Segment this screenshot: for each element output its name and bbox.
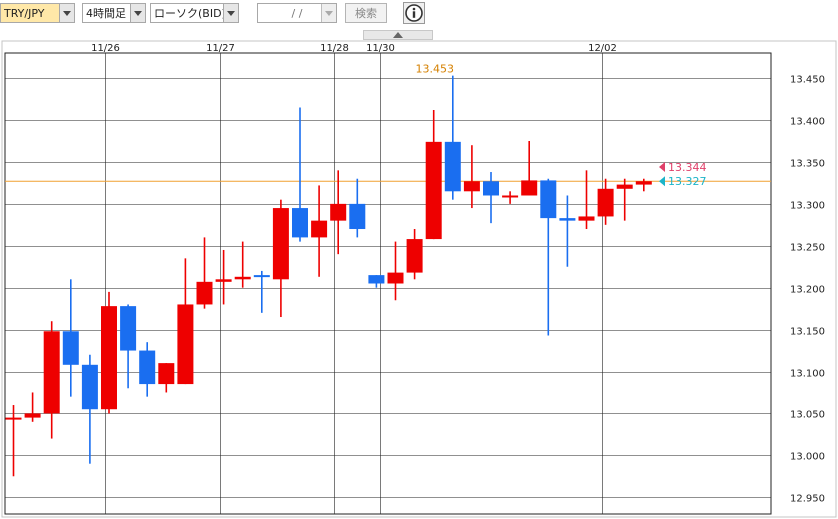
y-tick-label: 13.300 — [790, 201, 825, 212]
candle-body — [24, 413, 41, 418]
candle-body — [43, 331, 60, 414]
currency-pair-select[interactable]: TRY/JPY — [0, 3, 75, 23]
y-tick-label: 13.150 — [790, 327, 825, 338]
candle-body — [444, 141, 461, 192]
chevron-down-icon[interactable] — [223, 4, 238, 22]
candle-body — [81, 364, 98, 410]
candle-body — [62, 331, 79, 365]
timeframe-select[interactable]: 4時間足 — [82, 3, 146, 23]
candle-body — [196, 281, 213, 305]
candle-body — [139, 350, 156, 385]
search-button[interactable]: 検索 — [345, 3, 387, 23]
candle-body — [292, 208, 308, 238]
candle-body — [158, 363, 175, 385]
info-icon — [405, 4, 423, 22]
date-input-value: / / — [291, 6, 303, 20]
candle-body — [483, 181, 499, 196]
chevron-down-icon[interactable] — [59, 4, 74, 22]
info-button[interactable] — [403, 2, 425, 24]
y-tick-label: 13.000 — [790, 452, 825, 463]
candle-body — [540, 180, 557, 219]
y-tick-label: 13.200 — [790, 285, 825, 296]
candle-body — [330, 203, 347, 221]
candle-body — [215, 279, 232, 282]
candle-body — [502, 195, 519, 198]
timeframe-value: 4時間足 — [86, 7, 126, 20]
currency-pair-value: TRY/JPY — [4, 6, 45, 20]
candle-body — [406, 239, 423, 273]
y-tick-label: 13.350 — [790, 159, 825, 170]
y-tick-label: 13.450 — [790, 75, 825, 86]
candle-body — [311, 220, 328, 238]
x-tick-label: 11/28 — [320, 43, 349, 54]
candle-body — [425, 141, 442, 240]
y-tick-label: 13.250 — [790, 243, 825, 254]
chevron-down-icon[interactable] — [130, 4, 145, 22]
candle-body — [597, 188, 614, 217]
x-tick-label: 11/26 — [91, 43, 120, 54]
y-tick-label: 13.050 — [790, 410, 825, 421]
candlestick-chart: 12.950 13.000 13.050 13.100 13.150 13.200 13.2… — [1, 40, 837, 518]
x-tick-label: 11/30 — [366, 43, 395, 54]
search-button-label: 検索 — [355, 7, 377, 20]
high-price-label: 13.453 — [416, 63, 455, 76]
candle-body — [253, 275, 270, 278]
y-tick-label: 13.100 — [790, 369, 825, 380]
y-tick-label: 13.400 — [790, 117, 825, 128]
candle-body — [177, 304, 194, 385]
toolbar: TRY/JPY 4時間足 ローソク(BID) / / 検索 — [0, 0, 838, 28]
candle-body — [349, 203, 366, 230]
candle-body — [234, 276, 251, 280]
ask-price-label: 13.327 — [668, 175, 707, 188]
candle-body — [120, 306, 137, 351]
candle-body — [387, 272, 404, 284]
candle-body — [559, 218, 576, 221]
candle-body — [368, 275, 385, 284]
chart-style-value: ローソク(BID) — [154, 7, 226, 20]
chart-style-select[interactable]: ローソク(BID) — [150, 3, 239, 23]
candle-body — [635, 181, 652, 185]
candle-body — [5, 417, 22, 420]
candle-body — [616, 184, 633, 189]
date-input[interactable]: / / — [257, 3, 337, 23]
chevron-down-icon[interactable] — [321, 4, 336, 22]
x-tick-label: 12/02 — [588, 43, 617, 54]
candle-body — [578, 216, 595, 221]
candle-body — [463, 181, 480, 192]
bid-price-label: 13.344 — [668, 161, 707, 174]
y-tick-label: 12.950 — [790, 494, 825, 505]
candle-body — [521, 180, 538, 196]
candle-body — [272, 208, 289, 280]
candle-body — [101, 306, 117, 410]
x-tick-label: 11/27 — [206, 43, 235, 54]
